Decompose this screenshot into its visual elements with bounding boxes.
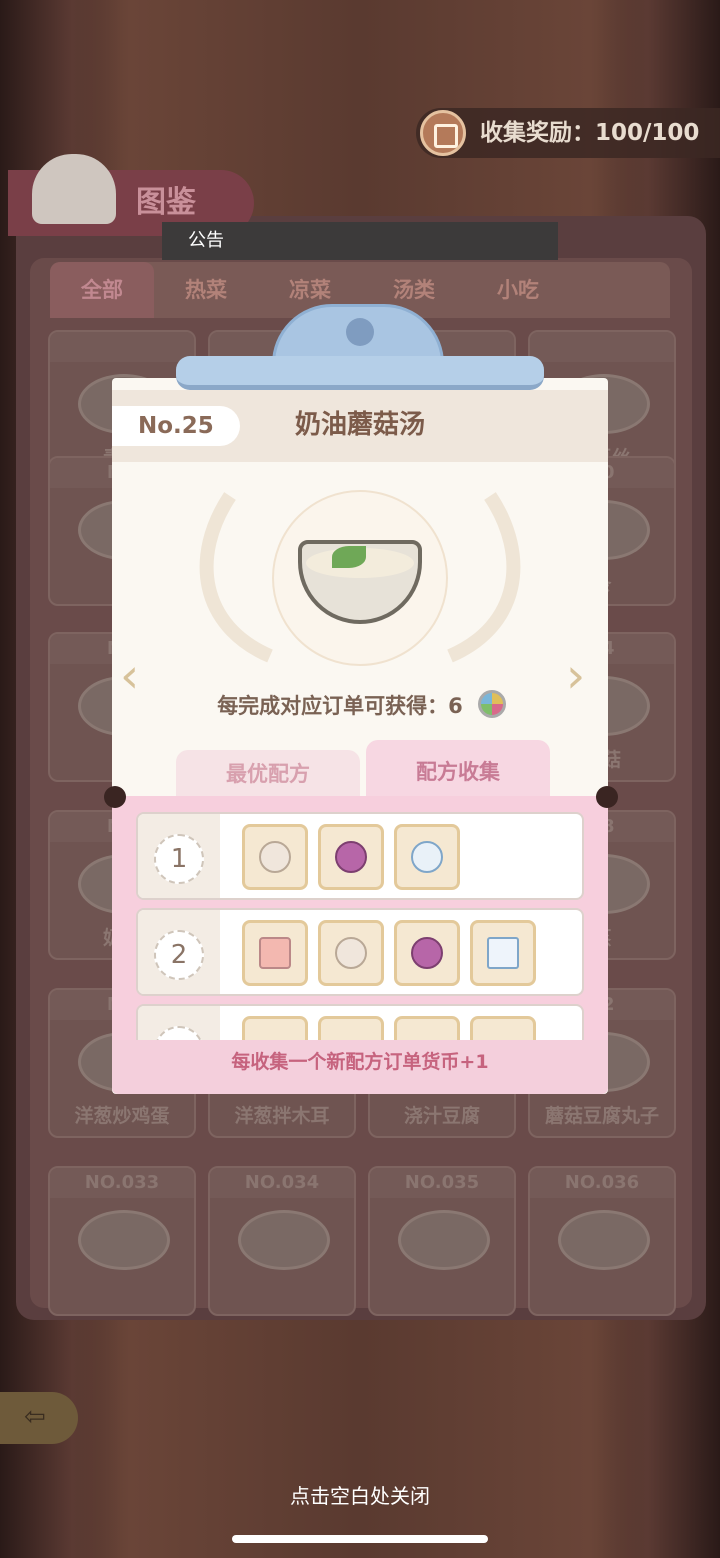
notch-left (104, 786, 126, 808)
dish-card-number: NO.035 (370, 1168, 514, 1198)
reward-label: 收集奖励：100/100 (480, 120, 700, 146)
mushroom-icon (242, 824, 308, 890)
ingredient-slot (394, 1016, 460, 1040)
recipe-index: 2 (154, 930, 204, 980)
gift-icon (420, 110, 466, 156)
chef-hat-icon (32, 154, 116, 224)
dish-card[interactable]: NO.033 (48, 1166, 196, 1316)
currency-icon (478, 690, 506, 718)
back-button[interactable]: ⇦ (0, 1392, 78, 1444)
ingredient-slot (318, 1016, 384, 1040)
tab-best-recipe[interactable]: 最优配方 (176, 750, 360, 798)
back-arrow-icon: ⇦ (24, 1402, 46, 1432)
dish-plate-icon (398, 1210, 490, 1270)
meat-icon (242, 920, 308, 986)
recipe-list[interactable]: 1 2 (112, 796, 608, 1040)
dish-card[interactable]: NO.034 (208, 1166, 356, 1316)
dish-card-number: NO.036 (530, 1168, 674, 1198)
dish-card-number (50, 332, 194, 362)
notice-banner: 公告 (162, 222, 558, 260)
onion-icon (318, 824, 384, 890)
tab-hot[interactable]: 热菜 (154, 262, 258, 318)
onion-icon (394, 920, 460, 986)
clipboard-bar (176, 356, 544, 390)
dish-card-number: NO.033 (50, 1168, 194, 1198)
dish-title: 奶油蘑菇汤 (294, 410, 425, 440)
dish-card-name: 洋葱拌木耳 (234, 1105, 330, 1127)
dish-card-name: 蘑菇豆腐丸子 (544, 1105, 659, 1127)
tab-all[interactable]: 全部 (50, 262, 154, 318)
dish-card-name: 洋葱炒鸡蛋 (74, 1105, 170, 1127)
dish-card-number (530, 332, 674, 362)
cream-icon (394, 824, 460, 890)
dish-card[interactable]: NO.036 (528, 1166, 676, 1316)
tab-recipe-collection[interactable]: 配方收集 (366, 740, 550, 800)
herb-leaf-icon (332, 546, 366, 568)
notch-right (596, 786, 618, 808)
recipe-row: 1 (136, 812, 584, 900)
recipe-index (154, 1026, 204, 1040)
dish-card-number: NO.034 (210, 1168, 354, 1198)
collection-footer: 每收集一个新配方订单货币+1 (112, 1040, 608, 1094)
recipe-row: 2 (136, 908, 584, 996)
home-indicator[interactable] (232, 1535, 488, 1543)
tab-snack[interactable]: 小吃 (466, 262, 570, 318)
dish-plate-icon (238, 1210, 330, 1270)
clip-hole (346, 318, 374, 346)
dish-plate-icon (558, 1210, 650, 1270)
dish-plate-icon (78, 1210, 170, 1270)
earn-text: 每完成对应订单可获得：6 (217, 694, 463, 718)
recipe-row (136, 1004, 584, 1040)
close-hint[interactable]: 点击空白处关闭 (0, 1480, 720, 1509)
ingredient-slot (242, 1016, 308, 1040)
mushroom-icon (318, 920, 384, 986)
recipe-index: 1 (154, 834, 204, 884)
dish-number: No.25 (112, 406, 240, 446)
dish-card-name: 浇汁豆腐 (403, 1105, 480, 1127)
dish-card[interactable]: NO.035 (368, 1166, 516, 1316)
ingredient-slot (470, 1016, 536, 1040)
milk-icon (470, 920, 536, 986)
